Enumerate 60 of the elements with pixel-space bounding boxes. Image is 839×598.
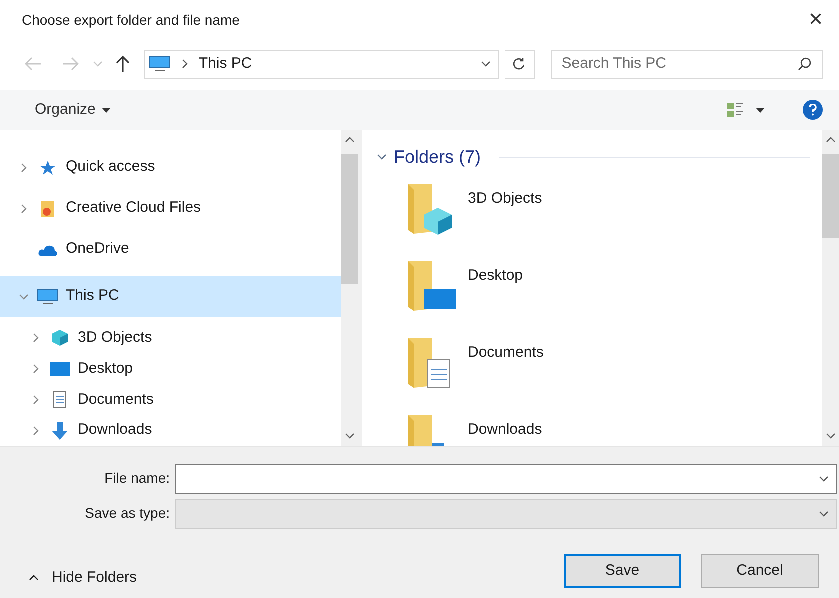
down-arrow-icon bbox=[51, 420, 69, 441]
tree-item[interactable]: OneDrive bbox=[0, 229, 341, 270]
document-icon bbox=[53, 390, 67, 409]
tree-item[interactable]: This PC bbox=[0, 276, 341, 317]
close-button[interactable]: × bbox=[802, 8, 829, 32]
group-header[interactable]: Folders (7) bbox=[394, 144, 482, 170]
tree-item-label: OneDrive bbox=[66, 239, 130, 260]
file-name-label: File name: bbox=[104, 469, 171, 488]
scrollbar-thumb[interactable] bbox=[822, 154, 839, 238]
scrollbar-thumb[interactable] bbox=[341, 154, 358, 284]
save-as-type-label: Save as type: bbox=[84, 504, 171, 523]
refresh-icon bbox=[512, 57, 526, 71]
hide-folders-button[interactable]: Hide Folders bbox=[28, 567, 138, 590]
star-icon bbox=[39, 160, 57, 176]
tree-item[interactable]: Creative Cloud Files bbox=[0, 188, 341, 229]
tree-item-label: 3D Objects bbox=[78, 328, 152, 348]
question-mark-icon bbox=[809, 104, 817, 116]
scrollbar[interactable] bbox=[341, 130, 358, 446]
view-list-icon bbox=[726, 102, 744, 118]
tree-item[interactable]: 3D Objects bbox=[0, 323, 341, 354]
tree-item[interactable]: Quick access bbox=[0, 147, 341, 188]
address-location[interactable]: This PC bbox=[198, 52, 472, 76]
tree-item-label: Downloads bbox=[78, 420, 152, 440]
cloud-icon bbox=[38, 244, 58, 256]
folder-label[interactable]: Documents bbox=[468, 342, 544, 364]
tree-item[interactable]: Downloads bbox=[0, 415, 341, 446]
cube-icon bbox=[51, 329, 69, 348]
search-field[interactable]: Search This PC bbox=[550, 50, 823, 78]
refresh-button[interactable] bbox=[504, 50, 535, 78]
window-title: Choose export folder and file name bbox=[22, 10, 240, 30]
view-options-button[interactable] bbox=[726, 102, 765, 118]
folder-label[interactable]: Desktop bbox=[468, 265, 524, 288]
up-arrow-icon[interactable] bbox=[116, 55, 130, 73]
back-arrow-icon[interactable] bbox=[24, 57, 42, 71]
search-icon bbox=[798, 57, 812, 71]
cancel-button[interactable]: Cancel bbox=[701, 554, 819, 588]
help-button[interactable] bbox=[803, 100, 823, 120]
folder-icon bbox=[39, 200, 57, 218]
search-input[interactable]: Search This PC bbox=[562, 52, 798, 76]
organize-button[interactable]: Organize bbox=[35, 98, 111, 122]
tree-item-label: Quick access bbox=[66, 157, 156, 178]
monitor-icon bbox=[37, 288, 59, 304]
tree-item[interactable]: Documents bbox=[0, 384, 341, 416]
tree-item-label: Documents bbox=[78, 390, 154, 410]
tree-item-label: Creative Cloud Files bbox=[66, 198, 202, 218]
scrollbar[interactable] bbox=[822, 130, 839, 446]
monitor-icon bbox=[148, 56, 171, 72]
file-name-field[interactable] bbox=[175, 464, 837, 494]
folder-label[interactable]: Downloads bbox=[468, 419, 542, 442]
caret-icon bbox=[102, 108, 111, 112]
address-bar[interactable]: This PC bbox=[144, 50, 499, 78]
caret-icon bbox=[756, 108, 765, 112]
folder-label[interactable]: 3D Objects bbox=[468, 188, 542, 210]
desktop-icon bbox=[49, 361, 71, 378]
forward-arrow-icon[interactable] bbox=[62, 57, 80, 71]
tree-item[interactable]: Desktop bbox=[0, 354, 341, 384]
save-button[interactable]: Save bbox=[564, 554, 681, 588]
tree-item-label: Desktop bbox=[78, 358, 134, 379]
save-as-type-dropdown[interactable] bbox=[175, 498, 837, 528]
tree-item-label: This PC bbox=[66, 286, 120, 306]
